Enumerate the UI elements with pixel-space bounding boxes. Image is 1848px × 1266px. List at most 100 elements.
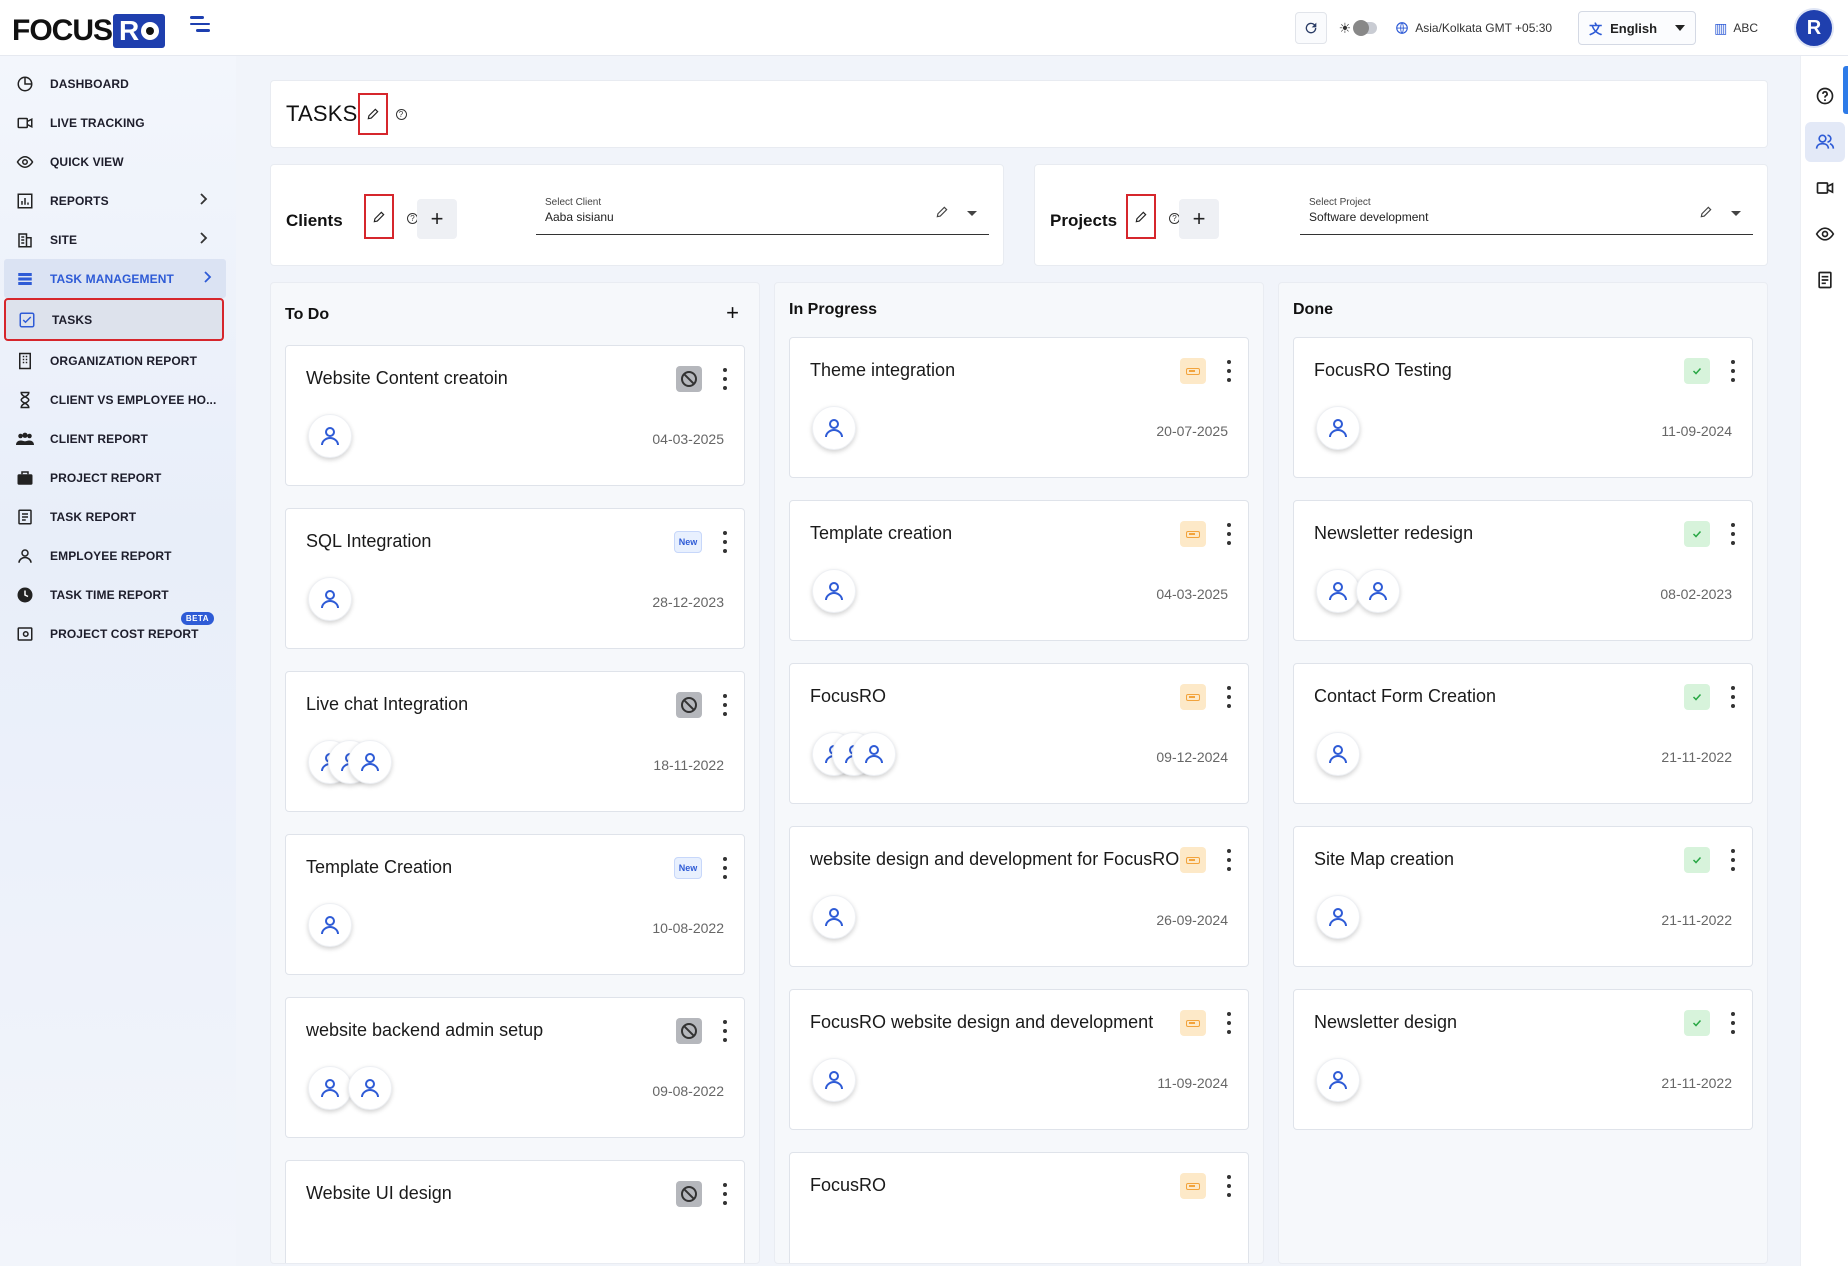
chevron-down-icon[interactable] (967, 211, 977, 216)
more-options-icon[interactable] (1224, 1175, 1234, 1197)
task-card[interactable]: Contact Form Creation 21-11-2022 (1293, 663, 1753, 804)
user-avatar-icon[interactable] (812, 895, 856, 939)
add-task-button[interactable]: + (726, 302, 739, 324)
task-title: FocusRO Testing (1314, 360, 1452, 380)
more-options-icon[interactable] (1728, 1012, 1738, 1034)
sidebar-item-quick-view[interactable]: QUICK VIEW (0, 142, 236, 181)
user-avatar-icon[interactable] (348, 1066, 392, 1110)
more-options-icon[interactable] (720, 531, 730, 553)
task-title: Newsletter redesign (1314, 523, 1474, 543)
more-options-icon[interactable] (720, 857, 730, 879)
sidebar-item-task-time-report[interactable]: TASK TIME REPORT (0, 575, 236, 614)
app-logo[interactable]: FOCUS R (12, 14, 166, 48)
chevron-down-icon[interactable] (1731, 211, 1741, 216)
user-avatar-icon[interactable] (308, 577, 352, 621)
task-card[interactable]: Newsletter design 21-11-2022 (1293, 989, 1753, 1130)
edit-project-icon[interactable] (1699, 205, 1713, 224)
edit-client-icon[interactable] (935, 205, 949, 224)
rail-help[interactable] (1805, 76, 1845, 116)
rail-document[interactable] (1805, 260, 1845, 300)
sidebar-item-task-report[interactable]: TASK REPORT (0, 497, 236, 536)
task-card[interactable]: FocusRO Testing 11-09-2024 (1293, 337, 1753, 478)
task-card[interactable]: SQL Integration New 28-12-2023 (285, 508, 745, 649)
task-card[interactable]: FocusRO (789, 1152, 1249, 1263)
sidebar-item-reports[interactable]: REPORTS (0, 181, 236, 220)
more-options-icon[interactable] (1224, 360, 1234, 382)
task-card[interactable]: Newsletter redesign 08-02-2023 (1293, 500, 1753, 641)
user-avatar-icon[interactable] (308, 414, 352, 458)
user-avatar-icon[interactable] (1316, 895, 1360, 939)
task-card[interactable]: Template Creation New 10-08-2022 (285, 834, 745, 975)
task-card[interactable]: FocusRO 09-12-2024 (789, 663, 1249, 804)
rail-video[interactable] (1805, 168, 1845, 208)
more-options-icon[interactable] (720, 694, 730, 716)
sidebar-item-project-cost-report[interactable]: PROJECT COST REPORT BETA (0, 612, 236, 653)
task-card[interactable]: Site Map creation 21-11-2022 (1293, 826, 1753, 967)
add-client-button[interactable]: + (417, 199, 457, 239)
sidebar-item-live-tracking[interactable]: LIVE TRACKING (0, 103, 236, 142)
user-avatar-icon[interactable] (348, 740, 392, 784)
task-card[interactable]: website design and development for Focus… (789, 826, 1249, 967)
task-date: 11-09-2024 (1661, 423, 1732, 439)
rail-eye[interactable] (1805, 214, 1845, 254)
more-options-icon[interactable] (1224, 686, 1234, 708)
menu-toggle-icon[interactable] (190, 16, 218, 40)
user-avatar-icon[interactable] (1316, 406, 1360, 450)
task-card[interactable]: FocusRO website design and development 11… (789, 989, 1249, 1130)
sidebar-item-project-report[interactable]: PROJECT REPORT (0, 458, 236, 497)
task-date: 09-08-2022 (652, 1083, 724, 1099)
refresh-button[interactable] (1294, 12, 1327, 44)
done-check-icon (1684, 684, 1710, 710)
user-avatar-icon[interactable] (308, 903, 352, 947)
task-card[interactable]: Website Content creatoin 04-03-2025 (285, 345, 745, 486)
task-card[interactable]: Website UI design (285, 1160, 745, 1263)
project-select[interactable]: Select Project Software development (1300, 195, 1753, 235)
user-avatar-icon[interactable] (812, 569, 856, 613)
task-card[interactable]: Theme integration 20-07-2025 (789, 337, 1249, 478)
task-date: 21-11-2022 (1661, 749, 1732, 765)
sidebar-item-employee-report[interactable]: EMPLOYEE REPORT (0, 536, 236, 575)
user-avatar[interactable]: R (1794, 8, 1834, 48)
language-select[interactable]: 文 English (1578, 11, 1697, 45)
user-avatar-icon[interactable] (1316, 732, 1360, 776)
theme-toggle[interactable]: ☀ (1339, 20, 1378, 37)
theme-switch[interactable] (1353, 20, 1378, 36)
edit-title-button[interactable] (357, 93, 388, 135)
more-options-icon[interactable] (1728, 686, 1738, 708)
task-card[interactable]: Live chat Integration 18-11-2022 (285, 671, 745, 812)
sidebar-item-task-management[interactable]: TASK MANAGEMENT (4, 259, 226, 298)
more-options-icon[interactable] (1224, 523, 1234, 545)
sidebar-item-tasks[interactable]: TASKS (4, 298, 224, 341)
more-options-icon[interactable] (1224, 849, 1234, 871)
sidebar-item-dashboard[interactable]: DASHBOARD (0, 64, 236, 103)
sidebar-item-site[interactable]: SITE (0, 220, 236, 259)
more-options-icon[interactable] (1728, 360, 1738, 382)
report-chart-icon (14, 192, 36, 210)
more-options-icon[interactable] (720, 1183, 730, 1205)
user-avatar-icon[interactable] (812, 406, 856, 450)
sidebar-item-client-report[interactable]: CLIENT REPORT (0, 419, 236, 458)
organization-display[interactable]: ▥ ABC (1714, 20, 1758, 37)
projects-label: Projects (1050, 211, 1118, 230)
task-card[interactable]: Template creation 04-03-2025 (789, 500, 1249, 641)
edit-projects-button[interactable] (1126, 194, 1156, 239)
user-avatar-icon[interactable] (1316, 1058, 1360, 1102)
task-card[interactable]: website backend admin setup 09-08-2022 (285, 997, 745, 1138)
add-project-button[interactable]: + (1179, 199, 1219, 239)
client-select[interactable]: Select Client Aaba sisianu (536, 195, 989, 235)
rail-users[interactable] (1804, 122, 1845, 162)
more-options-icon[interactable] (1728, 523, 1738, 545)
more-options-icon[interactable] (720, 368, 730, 390)
sidebar-item-client-vs-employee-ho[interactable]: CLIENT VS EMPLOYEE HO... (0, 380, 236, 419)
sidebar-item-organization-report[interactable]: ORGANIZATION REPORT (0, 341, 236, 380)
user-avatar-icon[interactable] (812, 1058, 856, 1102)
more-options-icon[interactable] (720, 1020, 730, 1042)
help-icon[interactable]: ? (395, 108, 407, 120)
user-avatar-icon[interactable] (308, 1066, 352, 1110)
edit-clients-button[interactable] (364, 194, 394, 239)
more-options-icon[interactable] (1224, 1012, 1234, 1034)
user-avatar-icon[interactable] (1316, 569, 1360, 613)
more-options-icon[interactable] (1728, 849, 1738, 871)
user-avatar-icon[interactable] (852, 732, 896, 776)
user-avatar-icon[interactable] (1356, 569, 1400, 613)
